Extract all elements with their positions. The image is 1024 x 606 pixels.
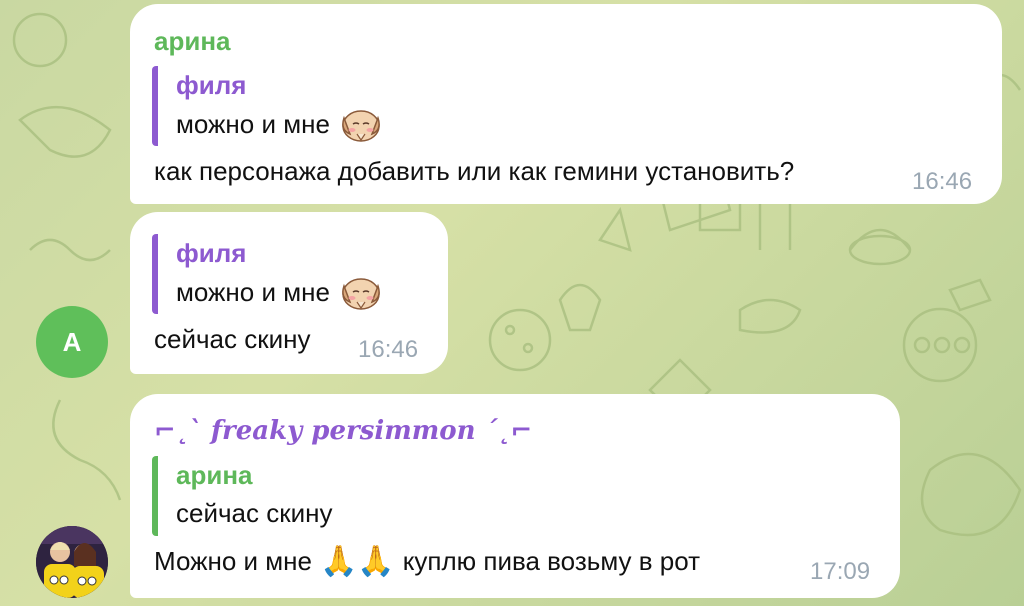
message-text-part: куплю пива возьму в рот [402,546,701,576]
message-bubble[interactable]: ⌐˛` 𝒇𝒓𝒆𝒂𝒌𝒚 𝒑𝒆𝒓𝒔𝒊𝒎𝒎𝒐𝒏 ´˛⌐ арина сейчас ск… [130,394,900,598]
message-time: 17:09 [810,558,871,585]
message-text[interactable]: как персонажа добавить или как гемини ус… [154,156,794,187]
reply-sender-name: филя [176,238,247,268]
avatar-letter: A [62,326,82,357]
sender-name[interactable]: ⌐˛` 𝒇𝒓𝒆𝒂𝒌𝒚 𝒑𝒆𝒓𝒔𝒊𝒎𝒎𝒐𝒏 ´˛⌐ [154,416,532,446]
reply-text: можно и мне [176,272,384,312]
message-text-part: Можно и мне [154,546,312,576]
message-text[interactable]: Можно и мне 🙏🙏 куплю пива возьму в рот [154,544,700,579]
avatar-photo-image [36,526,108,598]
message-text[interactable]: сейчас скину [154,324,310,355]
avatar[interactable]: A [36,306,108,378]
praying-hands-icon: 🙏🙏 [320,545,395,578]
reply-sender-name: филя [176,70,247,100]
message-bubble[interactable]: филя можно и мне сейчас скину 16:46 [130,212,448,374]
photo-avatar[interactable] [36,526,108,598]
reply-text-content: можно и мне [176,277,330,307]
dog-sticker-icon [342,110,380,142]
dog-sticker-icon [342,278,380,310]
sender-name[interactable]: арина [154,26,231,57]
reply-quote[interactable]: филя можно и мне [152,234,384,314]
reply-quote[interactable]: филя можно и мне [152,66,384,146]
reply-sender-name: арина [176,460,253,490]
reply-text: сейчас скину [176,498,333,528]
reply-text-content: можно и мне [176,109,330,139]
reply-text: можно и мне [176,104,384,144]
message-time: 16:46 [358,336,419,363]
message-time: 16:46 [912,168,973,195]
reply-quote[interactable]: арина сейчас скину [152,456,332,536]
message-bubble[interactable]: арина филя можно и мне как персонажа доб… [130,4,1002,204]
